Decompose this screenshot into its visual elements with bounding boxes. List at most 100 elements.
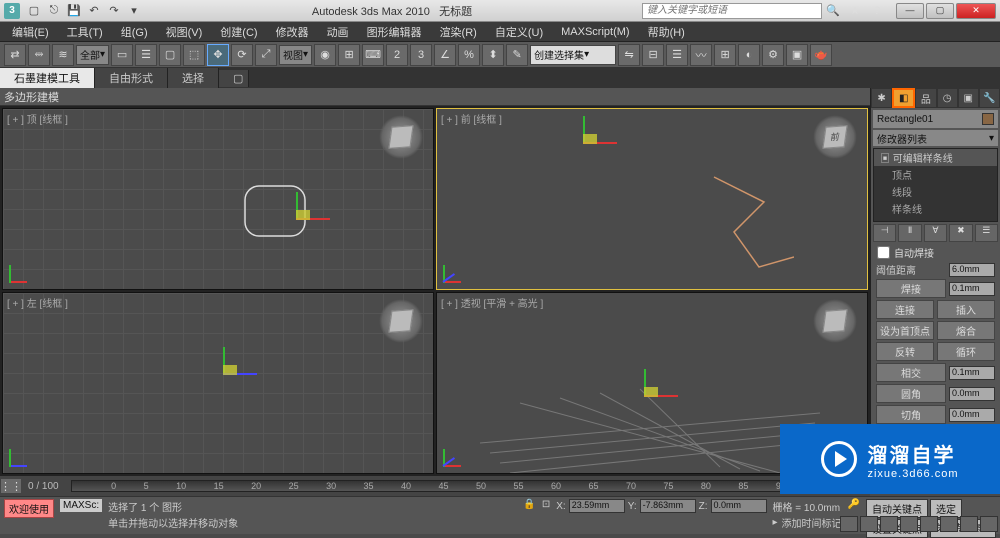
- selection-filter-dropdown[interactable]: 全部 ▾: [76, 45, 109, 65]
- schematic-view-icon[interactable]: ⊞: [714, 44, 736, 66]
- layers-icon[interactable]: ☰: [666, 44, 688, 66]
- nav-prev-key-icon[interactable]: [840, 516, 858, 532]
- menu-edit[interactable]: 编辑(E): [4, 22, 57, 42]
- render-frame-icon[interactable]: ▣: [786, 44, 808, 66]
- track-bar[interactable]: ⋮⋮ 0 / 100 05101520253035404550556065707…: [0, 476, 870, 496]
- mirror-icon[interactable]: ⇋: [618, 44, 640, 66]
- cross-spinner[interactable]: 0.1mm: [949, 366, 995, 380]
- move-gizmo-persp[interactable]: [618, 369, 678, 429]
- maximize-button[interactable]: ▢: [926, 3, 954, 19]
- select-rotate-icon[interactable]: ⟳: [231, 44, 253, 66]
- menu-animation[interactable]: 动画: [319, 22, 357, 42]
- render-icon[interactable]: 🫖: [810, 44, 832, 66]
- threshold-spinner[interactable]: 6.0mm: [949, 263, 995, 277]
- time-slider[interactable]: 05101520253035404550556065707580859095: [71, 480, 864, 492]
- fillet-spinner[interactable]: 0.0mm: [949, 387, 995, 401]
- menu-tools[interactable]: 工具(T): [59, 22, 111, 42]
- qat-undo-icon[interactable]: ↶: [86, 3, 102, 19]
- ribbon-tab-graphite[interactable]: 石墨建模工具: [0, 68, 95, 88]
- connect-button[interactable]: 连接: [876, 300, 934, 319]
- ribbon-tab-selection[interactable]: 选择: [168, 68, 219, 88]
- named-selection-dropdown[interactable]: 创建选择集 ▾: [530, 45, 616, 65]
- use-center-icon[interactable]: ◉: [314, 44, 336, 66]
- align-icon[interactable]: ⊟: [642, 44, 664, 66]
- menu-rendering[interactable]: 渲染(R): [432, 22, 485, 42]
- app-logo-icon[interactable]: 3: [4, 3, 20, 19]
- move-gizmo-left[interactable]: [197, 347, 257, 407]
- render-setup-icon[interactable]: ⚙: [762, 44, 784, 66]
- stack-root[interactable]: ▣ 可编辑样条线: [874, 149, 997, 166]
- snap-3d-icon[interactable]: 3: [410, 44, 432, 66]
- manipulate-icon[interactable]: ⊞: [338, 44, 360, 66]
- stack-unique-icon[interactable]: ∀: [924, 224, 947, 242]
- qat-dropdown-icon[interactable]: ▾: [126, 3, 142, 19]
- close-button[interactable]: ✕: [956, 3, 996, 19]
- stack-show-icon[interactable]: Ⅱ: [898, 224, 921, 242]
- lock-selection-icon[interactable]: 🔒: [523, 499, 535, 510]
- object-name-field[interactable]: Rectangle01: [873, 110, 998, 128]
- fuse-button[interactable]: 熔合: [937, 321, 995, 340]
- help-icon[interactable]: ?: [866, 0, 888, 22]
- link-icon[interactable]: ⇄: [4, 44, 26, 66]
- make-first-button[interactable]: 设为首顶点: [876, 321, 934, 340]
- crossinsert-button[interactable]: 相交: [876, 363, 946, 382]
- help-search-input[interactable]: [642, 3, 822, 19]
- weld-button[interactable]: 焊接: [876, 279, 946, 298]
- favorite-icon[interactable]: ★: [844, 0, 866, 22]
- menu-maxscript[interactable]: MAXScript(M): [553, 24, 637, 40]
- fillet-button[interactable]: 圆角: [876, 384, 946, 403]
- material-editor-icon[interactable]: ◐: [738, 44, 760, 66]
- nav-zoom-all-icon[interactable]: [920, 516, 938, 532]
- viewcube-left[interactable]: [379, 299, 423, 343]
- ribbon-tab-extra[interactable]: ▢: [219, 70, 249, 87]
- stack-config-icon[interactable]: ☰: [975, 224, 998, 242]
- menu-modifiers[interactable]: 修改器: [268, 22, 317, 42]
- nav-next-key-icon[interactable]: [880, 516, 898, 532]
- chamfer-spinner[interactable]: 0.0mm: [949, 408, 995, 422]
- move-gizmo-front[interactable]: [557, 116, 617, 176]
- select-scale-icon[interactable]: ⤢: [255, 44, 277, 66]
- cmd-tab-display[interactable]: ▣: [958, 88, 979, 108]
- cmd-tab-utilities[interactable]: 🔧: [979, 88, 1000, 108]
- viewcube-top[interactable]: [379, 115, 423, 159]
- coord-y-field[interactable]: -7.863mm: [640, 499, 696, 513]
- ribbon-tab-freeform[interactable]: 自由形式: [95, 68, 168, 88]
- nav-pan-icon[interactable]: [940, 516, 958, 532]
- viewport-front[interactable]: [ + ] 前 [线框 ] 前: [436, 108, 868, 290]
- isolate-icon[interactable]: ⊡: [542, 499, 550, 510]
- qat-save-icon[interactable]: 💾: [66, 3, 82, 19]
- menu-views[interactable]: 视图(V): [158, 22, 211, 42]
- window-crossing-icon[interactable]: ⬚: [183, 44, 205, 66]
- qat-open-icon[interactable]: ⎋: [46, 3, 62, 19]
- stack-sub-spline[interactable]: 样条线: [874, 200, 997, 217]
- spinner-snap-icon[interactable]: ⬍: [482, 44, 504, 66]
- nav-orbit-icon[interactable]: [960, 516, 978, 532]
- key-mode-icon[interactable]: 🔑: [848, 499, 860, 510]
- ref-coord-dropdown[interactable]: 视图 ▾: [279, 45, 312, 65]
- cmd-tab-hierarchy[interactable]: 品: [915, 88, 936, 108]
- nav-zoom-icon[interactable]: [900, 516, 918, 532]
- snap-2d-icon[interactable]: 2: [386, 44, 408, 66]
- qat-new-icon[interactable]: ▢: [26, 3, 42, 19]
- select-rect-icon[interactable]: ▢: [159, 44, 181, 66]
- time-tag-icon[interactable]: ▸: [773, 517, 778, 528]
- angle-snap-icon[interactable]: ∠: [434, 44, 456, 66]
- menu-graph-editors[interactable]: 图形编辑器: [359, 22, 430, 42]
- keyboard-shortcut-icon[interactable]: ⌨: [362, 44, 384, 66]
- menu-customize[interactable]: 自定义(U): [487, 22, 551, 42]
- nav-play-icon[interactable]: [860, 516, 878, 532]
- curve-editor-icon[interactable]: 〰: [690, 44, 712, 66]
- viewcube-persp[interactable]: [813, 299, 857, 343]
- select-by-name-icon[interactable]: ☰: [135, 44, 157, 66]
- welcome-badge[interactable]: 欢迎使用: [4, 499, 54, 518]
- color-swatch[interactable]: [982, 113, 994, 125]
- move-gizmo-top[interactable]: [270, 192, 330, 252]
- modifier-stack[interactable]: ▣ 可编辑样条线 顶点 线段 样条线: [873, 148, 998, 222]
- viewport-top[interactable]: [ + ] 顶 [线框 ]: [2, 108, 434, 290]
- insert-button[interactable]: 插入: [937, 300, 995, 319]
- reverse-button[interactable]: 反转: [876, 342, 934, 361]
- nav-maximize-icon[interactable]: [980, 516, 998, 532]
- stack-pin-icon[interactable]: ⊣: [873, 224, 896, 242]
- qat-redo-icon[interactable]: ↷: [106, 3, 122, 19]
- stack-sub-vertex[interactable]: 顶点: [874, 166, 997, 183]
